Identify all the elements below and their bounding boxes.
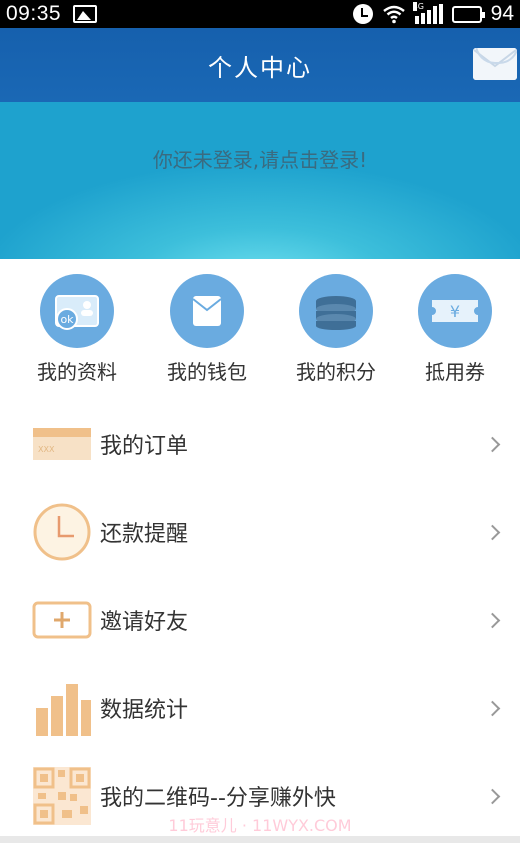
profile-card-icon: ok (40, 274, 114, 348)
svg-text:ok: ok (60, 313, 74, 326)
quick-item-label: 我的积分 (296, 360, 376, 384)
status-icons: 4G 94 (352, 2, 514, 26)
quick-item-profile[interactable]: ok 我的资料 (27, 274, 127, 385)
chevron-right-icon (484, 612, 501, 628)
clock-time: 09:35 (6, 2, 62, 25)
alarm-icon (352, 4, 373, 24)
menu-item-statistics[interactable]: 数据统计 (0, 664, 520, 752)
login-banner[interactable]: 你还未登录,请点击登录! (0, 102, 520, 259)
menu-item-orders[interactable]: XXX 我的订单 (0, 400, 520, 488)
quick-item-points[interactable]: 我的积分 (286, 274, 386, 385)
chevron-right-icon (484, 436, 501, 452)
quick-actions: ok 我的资料 我的钱包 我的积分 ¥ 抵用券 (0, 259, 520, 384)
chevron-right-icon (484, 700, 501, 716)
chevron-right-icon (484, 524, 501, 540)
battery-icon (451, 5, 485, 23)
menu-item-label: 还款提醒 (100, 522, 189, 547)
quick-item-label: 我的钱包 (167, 360, 247, 384)
svg-text:¥: ¥ (450, 302, 460, 321)
image-notification-icon (73, 5, 98, 23)
coin-stack-icon (299, 274, 373, 348)
menu-item-repayment-reminder[interactable]: 还款提醒 (0, 488, 520, 576)
quick-item-wallet[interactable]: 我的钱包 (157, 274, 257, 385)
messages-button[interactable] (473, 48, 517, 80)
menu-item-label: 我的二维码--分享赚外快 (100, 786, 336, 811)
bottom-divider (0, 836, 520, 843)
title-bar: 个人中心 (0, 28, 520, 102)
watermark: 11玩意儿 · 11WYX.COM (168, 816, 352, 835)
signal-icon: 4G (412, 2, 443, 24)
quick-item-coupon[interactable]: ¥ 抵用券 (405, 274, 505, 385)
card-icon: XXX (33, 428, 91, 460)
battery-level: 94 (490, 2, 514, 25)
quick-item-label: 抵用券 (425, 360, 485, 384)
page-title: 个人中心 (208, 53, 312, 82)
menu-item-label: 我的订单 (100, 434, 189, 459)
svg-text:XXX: XXX (38, 445, 55, 454)
bar-chart-icon (36, 684, 91, 736)
chevron-right-icon (484, 788, 501, 804)
status-bar: 09:35 4G 94 (0, 0, 520, 28)
envelope-icon (473, 48, 517, 80)
wifi-icon (382, 5, 405, 24)
wallet-icon (170, 274, 244, 348)
quick-item-label: 我的资料 (37, 360, 117, 384)
clock-icon (33, 503, 91, 561)
plus-box-icon (32, 601, 92, 639)
login-prompt[interactable]: 你还未登录,请点击登录! (153, 144, 367, 259)
network-type: 4G (412, 2, 424, 11)
menu-item-label: 邀请好友 (100, 610, 189, 635)
coupon-icon: ¥ (418, 274, 492, 348)
menu-item-label: 数据统计 (100, 698, 189, 723)
menu-item-invite-friends[interactable]: 邀请好友 (0, 576, 520, 664)
